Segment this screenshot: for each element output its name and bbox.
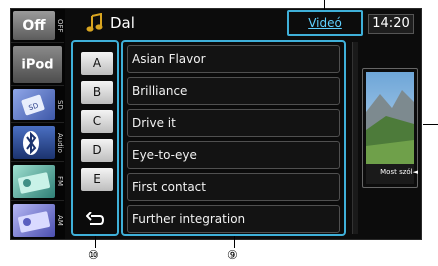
alphabet-button-b[interactable]: B: [81, 81, 113, 104]
song-item-3[interactable]: Drive it: [127, 109, 340, 137]
video-tab[interactable]: Videó: [287, 10, 363, 36]
source-ipod-tile: iPod: [13, 46, 62, 83]
source-ipod-button[interactable]: iPod: [11, 44, 64, 86]
back-arrow-icon[interactable]: [86, 212, 104, 228]
source-fm-side-label: FM: [56, 176, 64, 187]
song-item-4[interactable]: Eye-to-eye: [127, 141, 340, 169]
now-playing-caption: Most szól◄: [380, 168, 418, 176]
source-off-tile: Off: [13, 11, 55, 40]
source-fm-button[interactable]: FM: [11, 163, 64, 201]
song-item-1[interactable]: Asian Flavor: [127, 45, 340, 73]
alphabet-button-a[interactable]: A: [81, 52, 113, 75]
source-sd-side-label: SD: [56, 99, 64, 110]
source-off-side-label: OFF: [56, 18, 64, 33]
source-audio-side-label: Audio: [56, 132, 64, 153]
callout-line-list: [234, 236, 235, 248]
callout-number-alphabet: ⑩: [88, 248, 99, 262]
source-sd-button[interactable]: SD SD: [11, 87, 64, 123]
page-title: Dal: [110, 14, 135, 32]
bluetooth-tile: [13, 126, 55, 159]
source-bt-audio-button[interactable]: Audio: [11, 124, 64, 162]
stage: Off OFF iPod SD SD Audio FM AM Dal Videó…: [0, 0, 438, 266]
song-item-2[interactable]: Brilliance: [127, 77, 340, 105]
music-note-icon: [86, 13, 103, 32]
alphabet-button-d[interactable]: D: [81, 139, 113, 162]
clock: 14:20: [368, 14, 414, 34]
callout-line-alphabet: [95, 236, 96, 248]
alphabet-button-c[interactable]: C: [81, 110, 113, 133]
callout-line-video: [324, 0, 325, 10]
source-ipod-label: iPod: [21, 57, 54, 72]
song-item-5[interactable]: First contact: [127, 173, 340, 201]
alphabet-button-e[interactable]: E: [81, 168, 113, 191]
song-list: Asian Flavor Brilliance Drive it Eye-to-…: [121, 40, 346, 236]
bluetooth-icon: [23, 131, 39, 155]
source-off-label: Off: [22, 17, 46, 34]
source-off-button[interactable]: Off OFF: [11, 9, 64, 43]
source-am-side-label: AM: [56, 215, 64, 226]
alphabet-index: A B C D E: [71, 40, 119, 236]
source-rail: Off OFF iPod SD SD Audio FM AM: [11, 9, 65, 239]
callout-number-list: ⑨: [227, 248, 238, 262]
radio-am-icon: [13, 204, 55, 237]
song-item-6[interactable]: Further integration: [127, 205, 340, 233]
source-am-button[interactable]: AM: [11, 202, 64, 239]
radio-icon: [13, 165, 55, 198]
callout-line-artwork: [423, 124, 438, 125]
list-scrollbar[interactable]: [352, 42, 358, 234]
sd-card-icon: SD: [13, 89, 55, 120]
